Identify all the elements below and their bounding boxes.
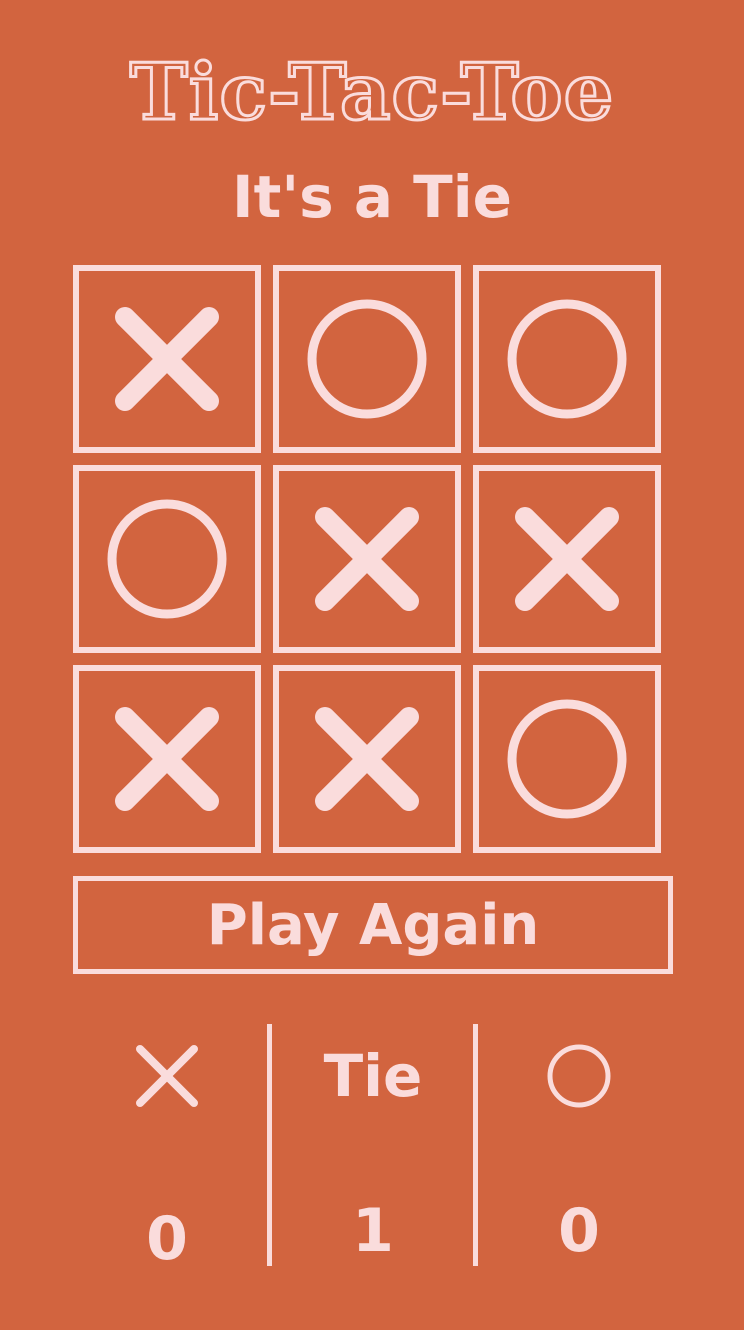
o-score-value: 0 <box>558 1196 600 1266</box>
x-mark-icon <box>115 707 219 811</box>
board-cell[interactable] <box>273 665 461 853</box>
o-mark-icon <box>507 699 627 819</box>
game-title: Tic-Tac-Toe <box>128 46 615 139</box>
board-cell[interactable] <box>273 265 461 453</box>
board-cell[interactable] <box>473 265 661 453</box>
game-board <box>73 265 673 865</box>
x-mark-icon <box>315 507 419 611</box>
x-mark-icon <box>515 507 619 611</box>
tie-score-value: 1 <box>352 1196 394 1266</box>
o-mark-icon <box>107 499 227 619</box>
board-cell[interactable] <box>73 665 261 853</box>
o-mark-icon <box>479 1034 679 1118</box>
o-mark-icon <box>307 299 427 419</box>
board-cell[interactable] <box>73 465 261 653</box>
score-x-column: 0 <box>67 1024 267 1274</box>
x-mark-icon <box>315 707 419 811</box>
play-again-button[interactable]: Play Again <box>73 876 673 974</box>
x-score-value: 0 <box>146 1204 188 1274</box>
x-mark-icon <box>115 307 219 411</box>
score-o-column: 0 <box>479 1024 679 1266</box>
score-divider <box>267 1024 272 1266</box>
score-tie-column: Tie 1 <box>273 1024 473 1266</box>
score-divider <box>473 1024 478 1266</box>
tie-label: Tie <box>323 1042 423 1110</box>
board-cell[interactable] <box>273 465 461 653</box>
board-cell[interactable] <box>473 465 661 653</box>
tie-label-wrap: Tie <box>273 1034 473 1118</box>
x-mark-icon <box>67 1034 267 1118</box>
board-cell[interactable] <box>73 265 261 453</box>
game-status: It's a Tie <box>232 163 512 231</box>
o-mark-icon <box>507 299 627 419</box>
board-cell[interactable] <box>473 665 661 853</box>
